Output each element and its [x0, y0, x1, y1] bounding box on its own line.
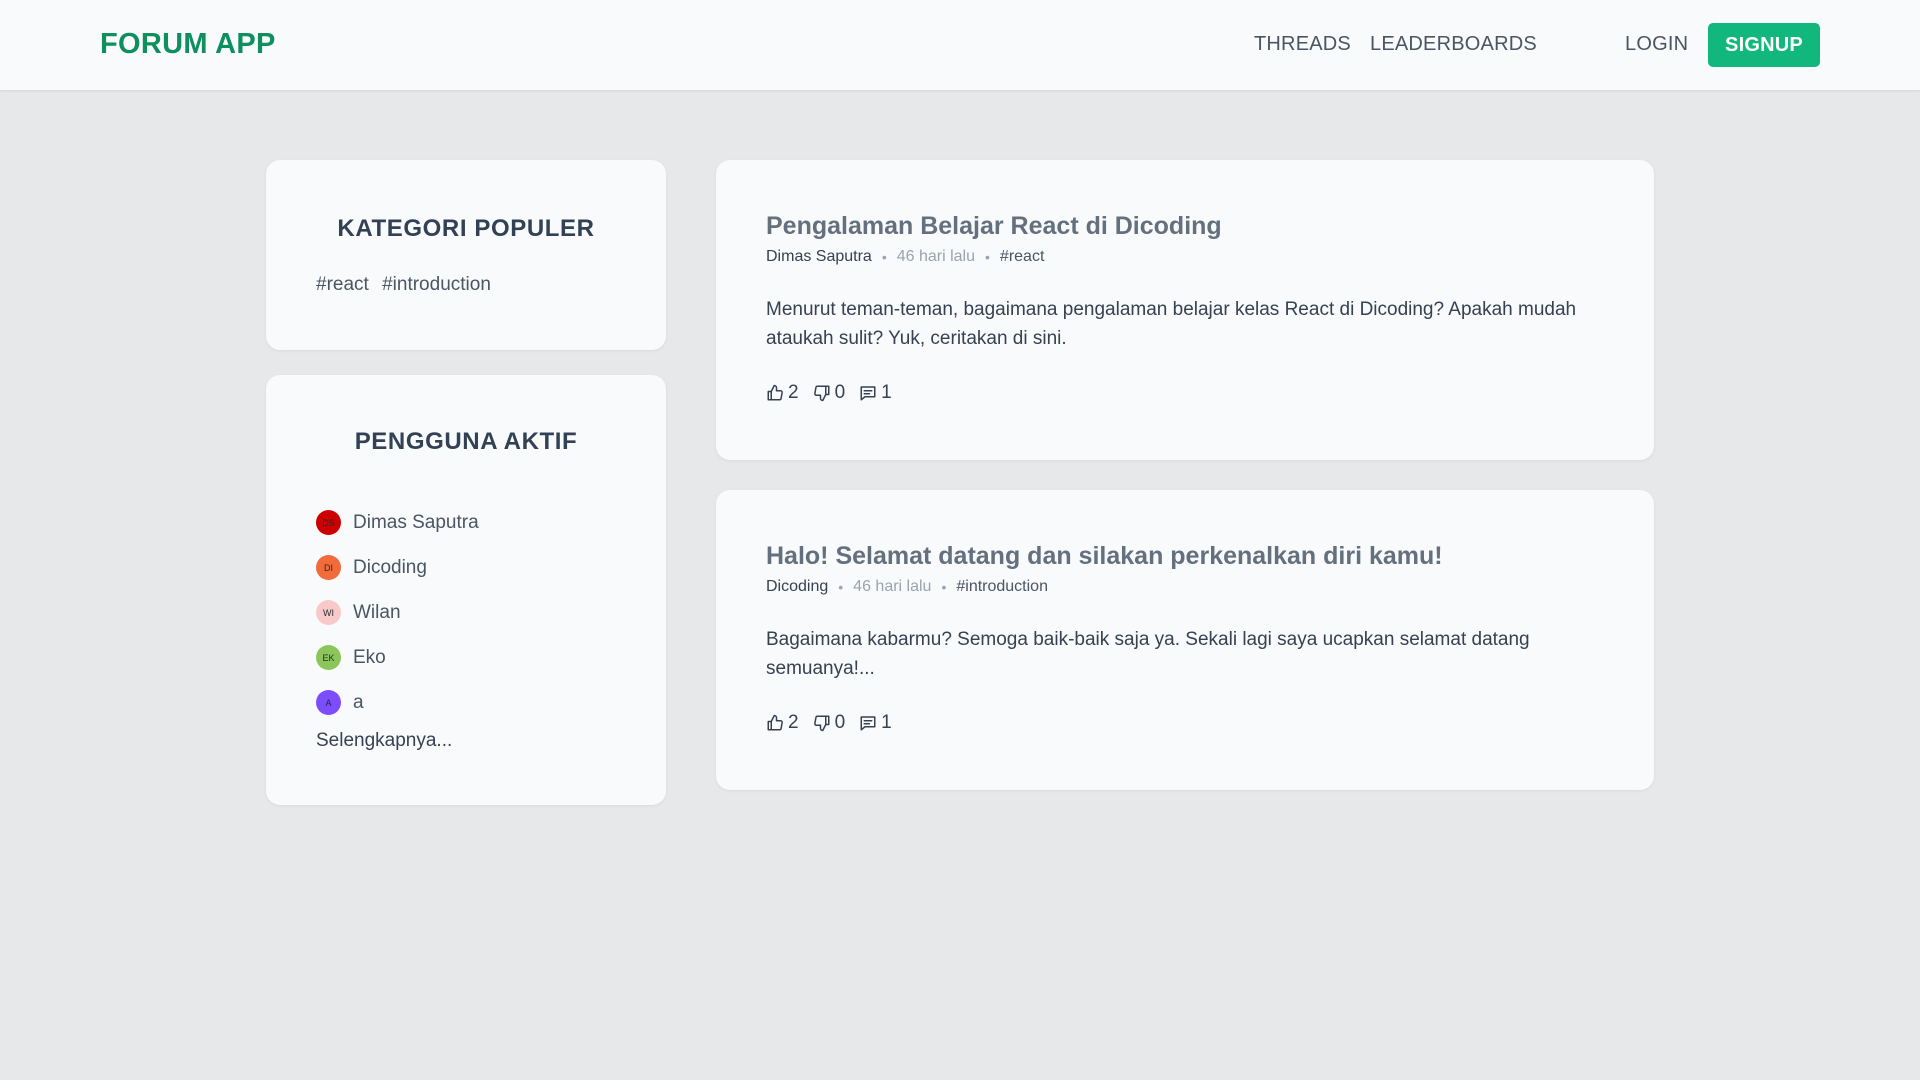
thumbs-down-icon — [813, 715, 830, 732]
user-name: a — [353, 691, 364, 713]
user-item: DI Dicoding — [316, 545, 479, 590]
user-item: A a — [316, 680, 479, 725]
comment-count: 1 — [881, 712, 892, 733]
thread-title[interactable]: Pengalaman Belajar React di Dicoding — [766, 212, 1222, 241]
active-users-title: PENGGUNA AKTIF — [354, 428, 578, 455]
downvote-count: 0 — [834, 382, 846, 403]
active-users-list: DS Dimas Saputra DI Dicoding WI Wilan EK… — [316, 500, 479, 725]
thumbs-up-icon — [767, 384, 783, 401]
thread-category[interactable]: #introduction — [956, 578, 1048, 596]
downvote-count: 0 — [834, 712, 846, 733]
upvote-button[interactable]: 2 — [766, 712, 799, 734]
nav-leaderboards-link[interactable]: LEADERBOARDS — [1370, 33, 1537, 56]
thumbs-up-icon — [767, 714, 783, 731]
user-name: Dimas Saputra — [353, 511, 479, 533]
active-users-card: PENGGUNA AKTIF DS Dimas Saputra DI Dicod… — [266, 375, 666, 805]
category-tag-react[interactable]: #react — [316, 274, 369, 295]
avatar: A — [316, 690, 341, 715]
comment-icon — [860, 386, 876, 401]
thread-author: Dimas Saputra — [766, 248, 872, 265]
brand-logo[interactable]: FORUM APP — [100, 28, 276, 61]
comment-button[interactable]: 1 — [859, 382, 892, 404]
thread-author: Dicoding — [766, 578, 829, 595]
meta-separator: • — [941, 579, 947, 595]
thread-title[interactable]: Halo! Selamat datang dan silakan perkena… — [766, 542, 1443, 571]
thread-card: Halo! Selamat datang dan silakan perkena… — [716, 490, 1654, 790]
comment-icon — [860, 716, 876, 731]
user-name: Eko — [353, 646, 386, 668]
top-navbar: FORUM APP THREADS LEADERBOARDS LOGIN SIG… — [0, 0, 1920, 90]
category-tag-introduction[interactable]: #introduction — [382, 274, 491, 295]
thread-meta: Dimas Saputra • 46 hari lalu • #react — [766, 248, 1044, 266]
thread-card: Pengalaman Belajar React di Dicoding Dim… — [716, 160, 1654, 460]
thread-time: 46 hari lalu — [853, 578, 932, 595]
nav-threads-link[interactable]: THREADS — [1254, 33, 1351, 56]
upvote-count: 2 — [788, 382, 799, 403]
thread-category[interactable]: #react — [1000, 248, 1044, 266]
meta-separator: • — [881, 249, 887, 265]
avatar: DS — [316, 510, 341, 535]
user-item: DS Dimas Saputra — [316, 500, 479, 545]
user-item: WI Wilan — [316, 590, 479, 635]
thread-actions: 2 0 1 — [766, 712, 906, 734]
thread-actions: 2 0 1 — [766, 382, 906, 404]
see-more-users-link[interactable]: Selengkapnya... — [316, 730, 452, 752]
user-name: Wilan — [353, 601, 401, 623]
avatar: EK — [316, 645, 341, 670]
popular-categories-title: KATEGORI POPULER — [337, 215, 595, 242]
meta-separator: • — [985, 249, 990, 265]
upvote-count: 2 — [788, 712, 799, 733]
user-item: EK Eko — [316, 635, 479, 680]
popular-categories-card: KATEGORI POPULER #react #introduction — [266, 160, 666, 350]
signup-button[interactable]: SIGNUP — [1708, 23, 1820, 67]
thread-body: Bagaimana kabarmu? Semoga baik-baik saja… — [766, 629, 1530, 679]
meta-separator: • — [838, 579, 844, 595]
upvote-button[interactable]: 2 — [766, 382, 799, 404]
user-name: Dicoding — [353, 556, 427, 578]
thread-meta: Dicoding • 46 hari lalu • #introduction — [766, 578, 1048, 596]
avatar: DI — [316, 555, 341, 580]
downvote-button[interactable]: 0 — [813, 712, 846, 734]
downvote-button[interactable]: 0 — [813, 382, 846, 404]
thread-body: Menurut teman-teman, bagaimana pengalama… — [766, 299, 1577, 349]
thumbs-down-icon — [813, 385, 830, 402]
login-link[interactable]: LOGIN — [1625, 33, 1688, 56]
avatar: WI — [316, 600, 341, 625]
comment-button[interactable]: 1 — [859, 712, 892, 734]
comment-count: 1 — [881, 382, 892, 403]
thread-time: 46 hari lalu — [896, 248, 976, 265]
category-tags: #react #introduction — [316, 274, 499, 296]
